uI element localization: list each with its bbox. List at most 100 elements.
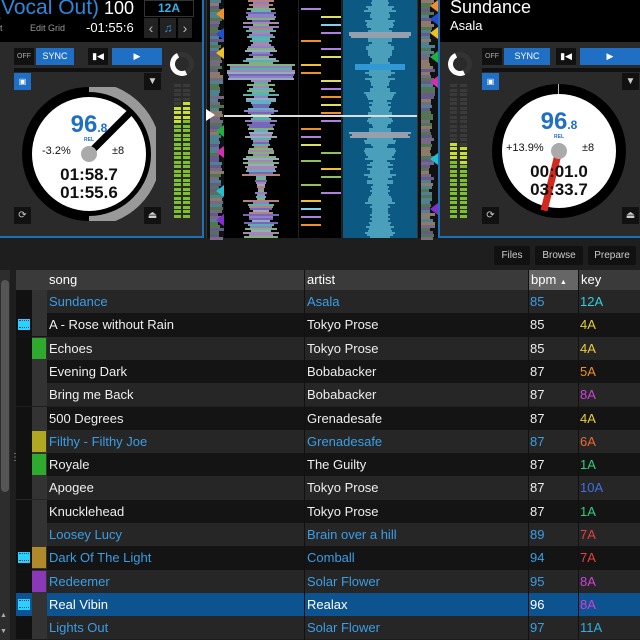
deck-left-progress-bar[interactable] (14, 68, 162, 72)
table-row[interactable]: Royale The Guilty 87 1A (16, 453, 640, 477)
table-row[interactable]: Redeemer Solar Flower 95 8A (16, 569, 640, 593)
table-row[interactable]: Evening Dark Bobabacker 87 5A (16, 359, 640, 384)
color-tag-cell[interactable] (32, 336, 47, 360)
color-tag-cell[interactable] (32, 499, 47, 523)
color-tag-cell[interactable] (32, 313, 47, 337)
scroll-up-icon[interactable]: ▲ (0, 612, 7, 619)
deck-left-sync-button[interactable]: SYNC (36, 48, 74, 65)
deck-right-cue-button[interactable]: ▮◀ (556, 48, 576, 65)
row-status-cell (16, 429, 32, 453)
row-status-cell (16, 359, 32, 383)
cue-point-icon[interactable] (216, 146, 224, 158)
deck-right-sync-button[interactable]: SYNC (504, 48, 550, 65)
cue-point-icon[interactable] (216, 125, 224, 137)
column-separator[interactable] (528, 270, 529, 640)
table-row[interactable]: Sundance Asala 85 12A (16, 290, 640, 314)
chevron-left-icon[interactable]: ‹ (144, 18, 158, 38)
deck-right-link-button[interactable]: ▣ (482, 73, 499, 90)
cue-point-icon[interactable] (430, 27, 438, 39)
deck-left-slip-button[interactable]: ⟳ (14, 207, 31, 224)
table-row[interactable]: Real Vibin Realax 96 8A (16, 592, 640, 617)
color-tag-cell[interactable] (32, 383, 47, 407)
chevron-right-icon[interactable]: › (178, 18, 192, 38)
meter-segment (183, 142, 190, 146)
cue-point-icon[interactable] (430, 13, 438, 25)
table-row[interactable]: Dark Of The Light Comball 94 7A (16, 546, 640, 570)
color-tag-cell[interactable] (32, 523, 47, 546)
deck-right-play-button[interactable]: ▶ (580, 48, 640, 65)
bpm-cell: 85 (530, 317, 545, 333)
deck-right-progress-bar[interactable] (482, 68, 640, 72)
cue-point-icon[interactable] (216, 214, 224, 226)
table-row[interactable]: Echoes Tokyo Prose 85 4A (16, 336, 640, 360)
cue-point-icon[interactable] (216, 8, 224, 20)
artist-cell: Grenadesafe (307, 433, 383, 449)
deck-right-main-waveform[interactable] (343, 0, 417, 238)
color-tag-cell[interactable] (32, 476, 47, 500)
meter-segment (183, 205, 190, 209)
column-header-key[interactable]: key (581, 270, 601, 290)
deck-right-slip-button[interactable]: ⟳ (482, 207, 499, 224)
meter-segment (174, 147, 181, 150)
color-tag-cell[interactable] (32, 406, 47, 430)
column-header-artist[interactable]: artist (307, 270, 335, 290)
song-cell: Real Vibin (49, 596, 109, 612)
files-button[interactable]: Files (494, 246, 530, 265)
table-row[interactable]: Knucklehead Tokyo Prose 87 1A (16, 499, 640, 523)
edit-grid-button[interactable]: Edit Grid (30, 23, 65, 33)
deck-left-main-waveform[interactable] (224, 0, 298, 238)
deck-right-off-button[interactable]: OFF (482, 48, 502, 65)
table-row[interactable]: Lights Out Solar Flower 97 11A (16, 616, 640, 640)
deck-right-platter[interactable]: 96.8 REL +13.9% ±8 00:01.0 03:33.7 (492, 84, 626, 218)
column-header-bpm[interactable]: bpm ▲ (529, 270, 578, 290)
column-separator[interactable] (578, 270, 579, 640)
deck-right-overview-waveform[interactable] (417, 0, 438, 240)
beat-label[interactable]: eat (0, 23, 3, 33)
deck-left-eject-button[interactable]: ⏏ (144, 207, 161, 224)
table-row[interactable]: Loosey Lucy Brain over a hill 89 7A (16, 523, 640, 547)
table-row[interactable]: 500 Degrees Grenadesafe 87 4A (16, 406, 640, 430)
deck-left-play-button[interactable]: ▶ (112, 48, 162, 65)
color-tag-cell[interactable] (32, 546, 47, 570)
meter-segment (460, 169, 467, 173)
deck-right-gain-knob[interactable] (444, 48, 476, 80)
prepare-button[interactable]: Prepare (588, 246, 636, 265)
table-row[interactable]: Bring me Back Bobabacker 87 8A (16, 383, 640, 407)
cue-point-icon[interactable] (430, 51, 438, 63)
deck-left-platter[interactable]: 96.8 REL -3.2% ±8 01:58.7 01:55.6 (22, 87, 156, 221)
cue-point-icon[interactable] (430, 76, 438, 88)
beat-marker (321, 32, 341, 34)
meter-segment (183, 88, 190, 92)
song-cell: Loosey Lucy (49, 527, 122, 542)
deck-right-menu-button[interactable]: ▼ (622, 73, 639, 90)
deck-left-cue-button[interactable]: ▮◀ (88, 48, 108, 65)
deck-left-off-button[interactable]: OFF (14, 48, 34, 65)
deck-right-eject-button[interactable]: ⏏ (622, 207, 639, 224)
column-separator[interactable] (304, 270, 305, 640)
link-icon: ▣ (486, 77, 495, 86)
table-row[interactable]: Apogee Tokyo Prose 87 10A (16, 476, 640, 500)
color-tag-cell[interactable] (32, 569, 47, 593)
color-tag-cell[interactable] (32, 290, 47, 313)
cue-point-icon[interactable] (430, 153, 438, 165)
color-tag-cell[interactable] (32, 453, 47, 477)
cue-point-icon[interactable] (216, 47, 224, 59)
sidebar-scroll-thumb[interactable] (1, 280, 9, 492)
cue-point-icon[interactable] (216, 28, 224, 40)
color-tag-cell[interactable] (32, 616, 47, 640)
meter-segment (183, 165, 190, 168)
deck-left-gain-knob[interactable] (166, 48, 198, 80)
meter-segment (450, 147, 457, 150)
cue-point-icon[interactable] (430, 203, 438, 215)
music-note-icon[interactable]: ♫ (160, 18, 176, 38)
table-row[interactable]: Filthy - Filthy Joe Grenadesafe 87 6A (16, 429, 640, 454)
table-row[interactable]: A - Rose without Rain Tokyo Prose 85 4A (16, 313, 640, 337)
cue-point-icon[interactable] (430, 0, 438, 12)
scroll-down-icon[interactable]: ▼ (0, 628, 7, 635)
column-header-song[interactable]: song (49, 270, 77, 290)
color-tag-cell[interactable] (32, 359, 47, 383)
browse-button[interactable]: Browse (535, 246, 583, 265)
cue-point-icon[interactable] (216, 185, 224, 197)
color-tag-cell[interactable] (32, 429, 47, 453)
color-tag-cell[interactable] (32, 592, 47, 616)
